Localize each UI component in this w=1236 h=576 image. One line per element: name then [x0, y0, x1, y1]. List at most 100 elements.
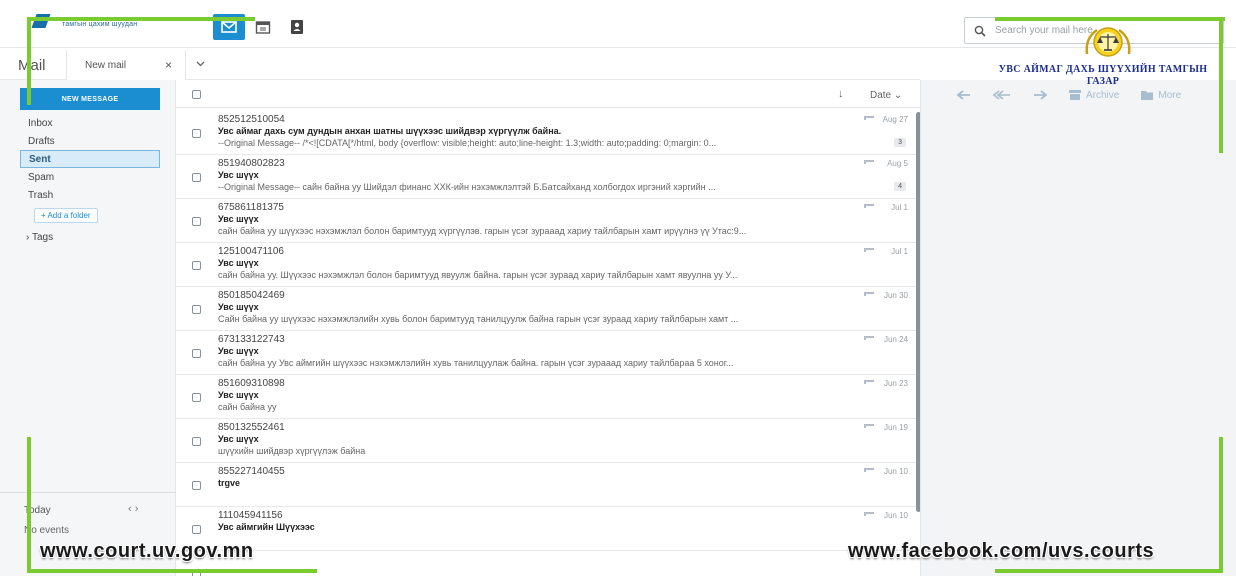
message-sender-number: 851940802823 — [218, 158, 285, 169]
tags-toggle[interactable]: › Tags — [26, 232, 53, 243]
message-checkbox[interactable] — [192, 481, 201, 490]
message-subject: Увс шүүх — [218, 434, 259, 444]
court-name: УВС АЙМАГ ДАХЬ ШҮҮХИЙН ТАМГЫН ГАЗАР — [998, 64, 1208, 87]
message-checkbox[interactable] — [192, 173, 201, 182]
frame-corner-bottom-right-vertical — [1219, 437, 1223, 573]
message-sender-number: 125100471106 — [218, 246, 284, 257]
facebook-watermark: www.facebook.com/uvs.courts — [848, 540, 1155, 562]
message-checkbox[interactable] — [192, 349, 201, 358]
archive-button[interactable]: Archive — [1069, 90, 1119, 101]
replied-icon — [864, 292, 874, 296]
tab-new-mail[interactable]: New mail × — [66, 50, 186, 80]
sort-direction-icon[interactable]: ↓ — [838, 88, 844, 100]
message-row[interactable]: 851940802823 Увс шүүх --Original Message--… — [176, 155, 920, 199]
message-row[interactable]: 851609310898 Увс шүүх сайн байна уу Jun 23 — [176, 375, 920, 419]
tags-label: Tags — [31, 232, 54, 243]
message-preview: сайн байна уу Увс аймгийн шүүхээс нэхэмж… — [218, 358, 734, 368]
sidebar-item-trash[interactable]: Trash — [20, 186, 160, 204]
envelope-icon — [221, 21, 237, 33]
message-date: Jun 23 — [883, 379, 908, 388]
address-book-icon — [291, 20, 303, 34]
message-subject: Увс аймгийн Шүүхээс — [218, 522, 315, 532]
more-label: More — [1158, 89, 1182, 101]
message-preview: --Original Message-- /*<![CDATA[*/html, … — [218, 138, 717, 148]
replied-icon — [864, 512, 874, 516]
message-row[interactable]: 855227140455 trgve Jun 10 — [176, 463, 920, 507]
thread-count-badge: 4 — [894, 182, 906, 191]
frame-corner-bottom-left-vertical — [27, 437, 31, 573]
message-preview: сайн байна уу. Шүүхээс нэхэмжлэл болон б… — [218, 270, 738, 280]
message-sender-number: 851609310898 — [218, 378, 285, 389]
message-row[interactable]: 852512510054 Увс аймаг дахь сум дундын ан… — [176, 111, 920, 155]
message-row[interactable]: 111045941156 Увс аймгийн Шүүхээс Jun 10 — [176, 507, 920, 551]
message-subject: Увс шүүх — [218, 214, 259, 224]
close-icon[interactable]: × — [165, 58, 172, 72]
reading-pane: Archive More — [920, 80, 1236, 576]
message-checkbox[interactable] — [192, 217, 201, 226]
message-row[interactable]: 850132552461 Увс шүүх шүүхийн шийдвэр хүрг… — [176, 419, 920, 463]
select-all-checkbox[interactable] — [192, 90, 201, 99]
message-checkbox[interactable] — [192, 261, 201, 270]
chevron-down-icon[interactable] — [196, 59, 205, 70]
thread-count-badge: 3 — [894, 138, 906, 147]
chevron-right-icon: › — [26, 232, 30, 243]
frame-corner-top-left-vertical — [27, 17, 31, 105]
message-preview: --Original Message-- сайн байна уу Шийдэ… — [218, 182, 716, 192]
calendar-nav-arrows[interactable]: ‹ › — [128, 503, 138, 515]
message-checkbox[interactable] — [192, 129, 201, 138]
message-row[interactable]: 125100471106 Увс шүүх сайн байна уу. Шүүхэ… — [176, 243, 920, 287]
sidebar-item-spam[interactable]: Spam — [20, 168, 160, 186]
court-emblem-logo — [1083, 24, 1133, 60]
message-sender-number: 850185042469 — [218, 290, 285, 301]
message-date: Jun 19 — [883, 423, 908, 432]
message-sender-number: 850132552461 — [218, 422, 285, 433]
search-icon[interactable] — [965, 25, 995, 37]
folder-icon — [1141, 91, 1154, 100]
sidebar-item-drafts[interactable]: Drafts — [20, 132, 160, 150]
app-name: тамгын цахим шуудан — [62, 21, 138, 28]
reply-icon[interactable] — [957, 90, 971, 100]
new-message-button[interactable]: NEW MESSAGE — [20, 88, 160, 110]
sidebar-item-sent[interactable]: Sent — [20, 150, 160, 168]
contacts-app-button[interactable] — [286, 14, 308, 40]
message-date: Jun 30 — [883, 291, 908, 300]
frame-corner-top-right-horizontal — [995, 17, 1225, 21]
message-list: ↓ Date ⌄ 852512510054 Увс аймаг дахь сум … — [176, 80, 921, 576]
message-sender-number: 855227140455 — [218, 466, 285, 477]
archive-label: Archive — [1086, 89, 1120, 101]
message-subject: trgve — [218, 478, 241, 488]
message-sender-number: 852512510054 — [218, 114, 285, 125]
forward-icon[interactable] — [1033, 90, 1047, 100]
archive-icon — [1069, 90, 1081, 100]
replied-icon — [864, 204, 874, 208]
replied-icon — [864, 468, 874, 472]
frame-corner-bottom-right-horizontal — [995, 569, 1223, 573]
message-checkbox[interactable] — [192, 437, 201, 446]
message-row[interactable]: 675861181375 Увс шүүх сайн байна уу шүүхээ… — [176, 199, 920, 243]
message-row[interactable]: 673133122743 Увс шүүх сайн байна уу Увс ай… — [176, 331, 920, 375]
message-sender-number: 111045941156 — [218, 510, 283, 521]
reply-all-icon[interactable] — [993, 90, 1011, 100]
message-checkbox[interactable] — [192, 525, 201, 534]
website-watermark: www.court.uv.gov.mn — [40, 540, 254, 562]
message-date: Jun 10 — [883, 511, 908, 520]
add-folder-button[interactable]: + Add a folder — [34, 208, 98, 223]
message-date: Jul 1 — [891, 247, 908, 256]
frame-corner-top-left-horizontal — [27, 17, 255, 21]
frame-corner-bottom-left-horizontal — [27, 569, 317, 573]
message-subject: Увс аймаг дахь сум дундын анхан шатны шү… — [218, 126, 562, 136]
sort-date-button[interactable]: Date ⌄ — [870, 90, 902, 101]
calendar-app-button[interactable] — [252, 14, 274, 40]
tab-bar: Mail New mail × — [0, 50, 920, 80]
replied-icon — [864, 424, 874, 428]
module-title: Mail — [18, 57, 46, 74]
message-preview: сайн байна уу — [218, 402, 277, 412]
sidebar-item-inbox[interactable]: Inbox — [20, 114, 160, 132]
message-checkbox[interactable] — [192, 393, 201, 402]
message-sender-number: 675861181375 — [218, 202, 284, 213]
more-button[interactable]: More — [1141, 90, 1181, 101]
message-checkbox[interactable] — [192, 305, 201, 314]
frame-corner-top-right-vertical — [1219, 17, 1223, 153]
message-date: Jun 24 — [883, 335, 908, 344]
message-row[interactable]: 850185042469 Увс шүүх Сайн байна уу шүүхээ… — [176, 287, 920, 331]
